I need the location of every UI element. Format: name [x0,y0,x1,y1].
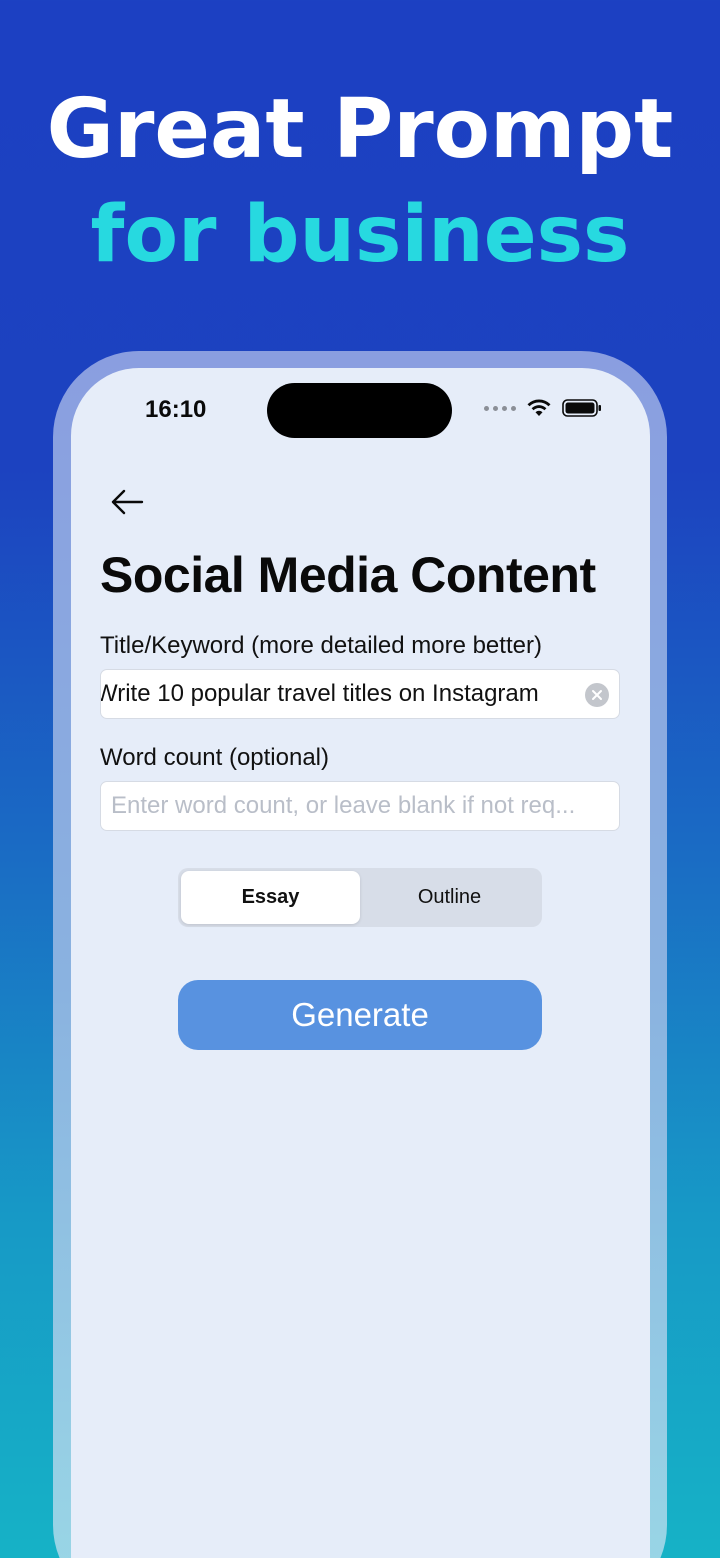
promo-headline: Great Prompt [46,82,674,177]
back-button[interactable] [109,486,149,518]
cellular-dots-icon [484,405,516,411]
status-time: 16:10 [145,396,207,423]
title-keyword-input[interactable] [101,670,619,718]
wifi-icon [527,399,551,416]
arrow-left-icon [111,489,144,515]
word-count-field [100,781,620,831]
title-keyword-label: Title/Keyword (more detailed more better… [100,632,542,659]
promo-subheadline: for business [90,190,630,280]
generate-button[interactable]: Generate [178,980,542,1050]
clear-input-button[interactable] [585,683,609,707]
status-icons [484,398,602,418]
phone-screen: 16:10 Social Media Content Title/Keyword… [71,368,650,1558]
word-count-input[interactable] [101,782,619,830]
dynamic-island [267,383,452,438]
segment-outline[interactable]: Outline [360,871,539,924]
mode-segmented-control: Essay Outline [178,868,542,927]
battery-icon [562,399,601,417]
title-keyword-field [100,669,620,719]
word-count-label: Word count (optional) [100,744,330,771]
segment-essay[interactable]: Essay [181,871,360,924]
clear-circle-icon [592,690,602,700]
page-title: Social Media Content [100,547,596,603]
